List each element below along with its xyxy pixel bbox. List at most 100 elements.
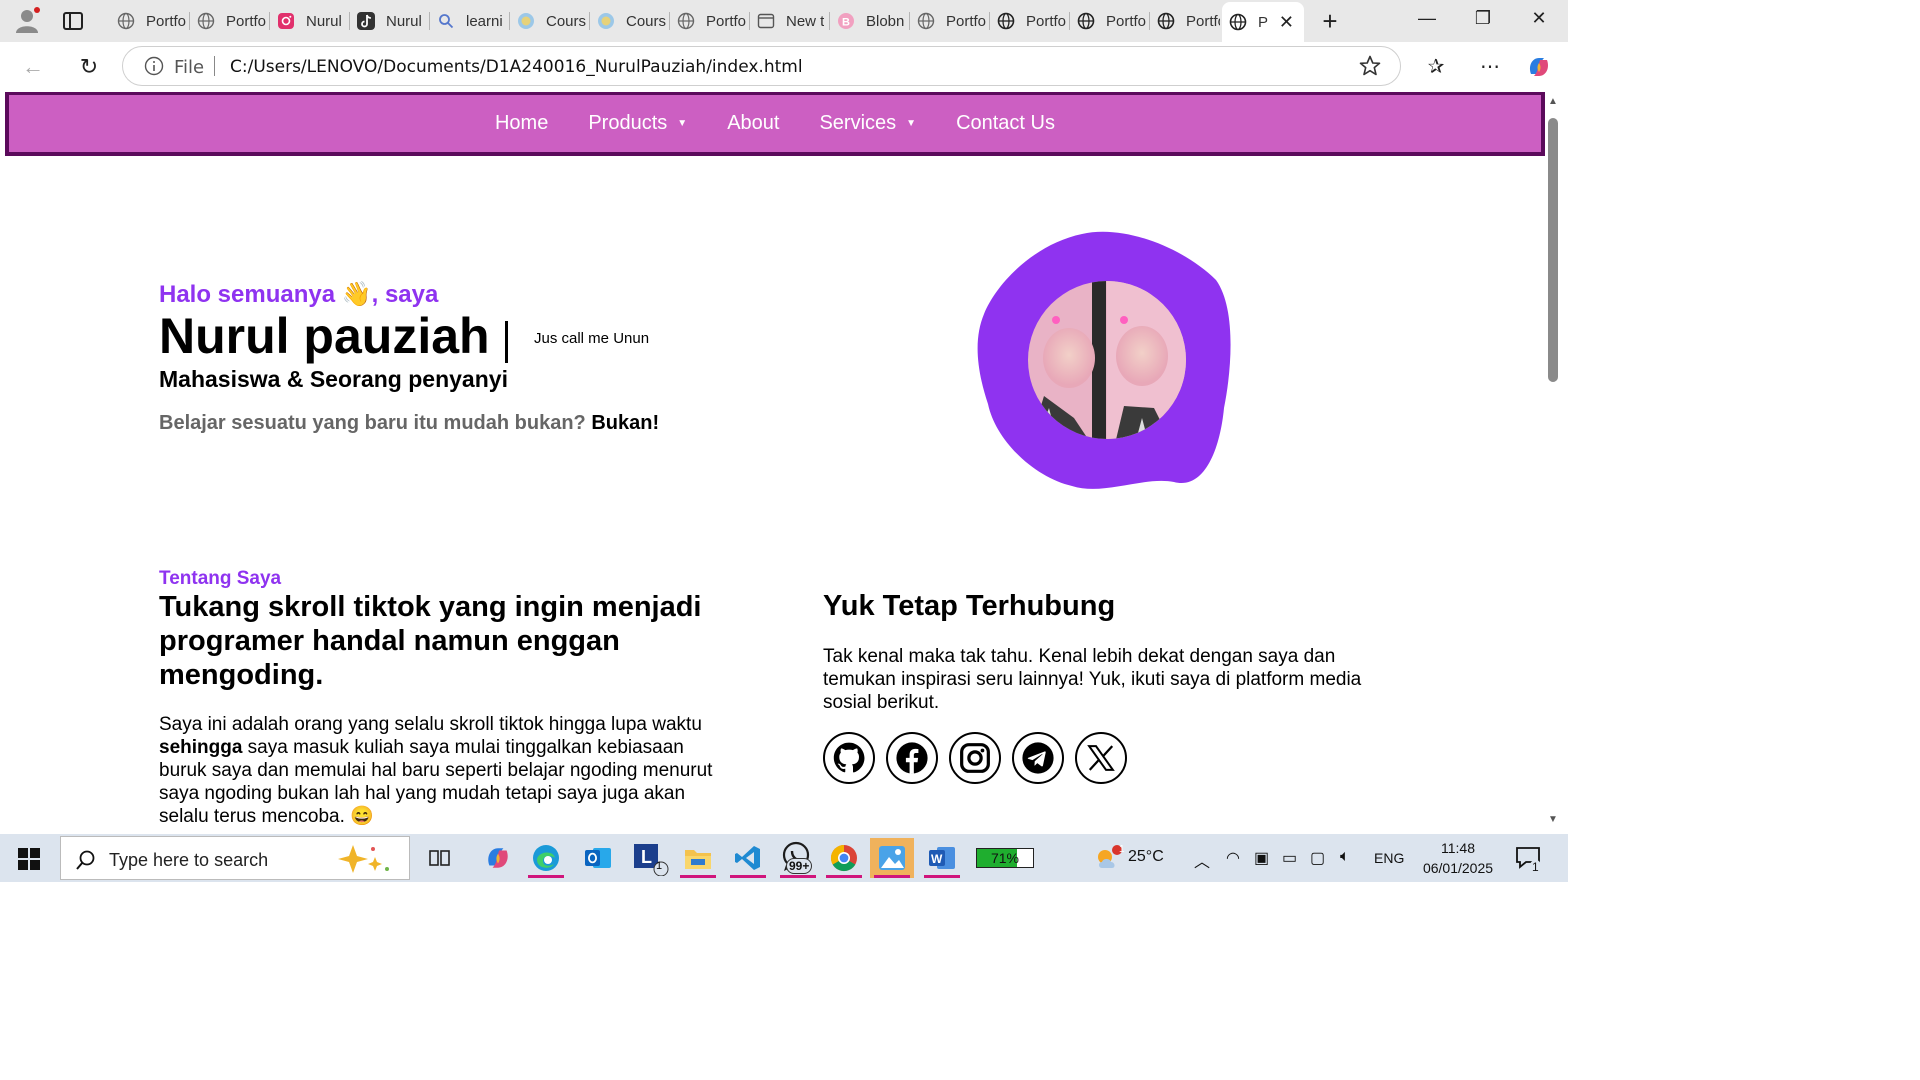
nav-about-label: About	[727, 112, 780, 134]
telegram-link[interactable]	[1012, 732, 1064, 784]
hero-greeting: Halo semuanya 👋, saya	[159, 281, 439, 308]
outlook-app-icon[interactable]	[576, 838, 620, 878]
tab-label: Portfo	[1106, 12, 1147, 30]
browser-tab-strip: Portfo Portfo Nurul Nurul learni Cours C…	[0, 0, 1568, 42]
tab-label: Portfo	[706, 12, 747, 30]
browser-tab-active[interactable]: P ✕	[1222, 2, 1304, 42]
browser-tab[interactable]: Nurul	[350, 6, 428, 36]
tab-label: Portfo	[946, 12, 987, 30]
scroll-up-arrow-icon[interactable]: ▲	[1548, 96, 1558, 107]
edge-app-icon[interactable]	[524, 838, 568, 878]
globe-icon	[1228, 12, 1248, 32]
close-window-button[interactable]: ✕	[1524, 8, 1554, 34]
browser-tab[interactable]: B Blobn	[830, 6, 908, 36]
nav-products[interactable]: Products ▼	[588, 112, 687, 135]
browser-tab[interactable]: Cours	[590, 6, 668, 36]
newtab-icon	[756, 11, 776, 31]
nav-services[interactable]: Services ▼	[819, 112, 916, 135]
favorites-icon[interactable]: ✰	[1423, 54, 1449, 80]
caret-down-icon: ▼	[677, 118, 688, 129]
new-tab-button[interactable]: +	[1316, 8, 1344, 36]
file-explorer-app-icon[interactable]	[676, 838, 720, 878]
word-app-icon[interactable]: W	[920, 838, 964, 878]
profile-icon[interactable]	[14, 7, 40, 33]
taskbar-search[interactable]: Type here to search	[60, 836, 410, 880]
tagline-question: Belajar sesuatu yang baru itu mudah buka…	[159, 412, 586, 434]
hero-divider	[505, 321, 508, 363]
browser-tab[interactable]: Portfo	[910, 6, 988, 36]
copilot-icon[interactable]	[1526, 54, 1552, 80]
chrome-app-icon[interactable]	[822, 838, 866, 878]
launcher-app-icon[interactable]: L1	[628, 838, 672, 878]
clock-date: 06/01/2025	[1422, 860, 1494, 876]
facebook-link[interactable]	[886, 732, 938, 784]
blobmaker-icon: B	[836, 11, 856, 31]
tab-label: Cours	[546, 12, 587, 30]
windows-taskbar: Type here to search L1 99+ W 71% 1 25°C …	[0, 834, 1568, 882]
more-options-icon[interactable]: ⋯	[1477, 54, 1503, 80]
tab-label: New t	[786, 12, 825, 30]
about-label: Tentang Saya	[159, 568, 282, 589]
nav-contact-label: Contact Us	[956, 112, 1055, 134]
browser-tab[interactable]: New t	[750, 6, 828, 36]
browser-tab[interactable]: Cours	[510, 6, 588, 36]
reload-button[interactable]: ↻	[76, 54, 102, 80]
browser-tab[interactable]: Portfo	[110, 6, 188, 36]
photos-app-icon[interactable]	[870, 838, 914, 878]
globe-icon	[1076, 11, 1096, 31]
nav-home[interactable]: Home	[495, 112, 548, 135]
tab-label: Portfo	[226, 12, 267, 30]
browser-tab[interactable]: Portfo	[990, 6, 1068, 36]
hero-tagline: Belajar sesuatu yang baru itu mudah buka…	[159, 412, 659, 435]
battery-icon[interactable]: ▭	[1282, 848, 1297, 868]
restore-button[interactable]: ❐	[1468, 8, 1498, 34]
page-scrollbar[interactable]: ▲ ▼	[1546, 92, 1562, 831]
tab-actions-icon[interactable]	[62, 10, 84, 32]
hero-nickname: Jus call me Unun	[534, 330, 650, 347]
favorite-star-icon[interactable]	[1358, 54, 1382, 78]
weather-icon[interactable]: 1	[1086, 838, 1130, 878]
language-indicator[interactable]: ENG	[1374, 850, 1404, 866]
system-clock[interactable]: 11:48 06/01/2025	[1418, 838, 1498, 878]
instagram-link[interactable]	[949, 732, 1001, 784]
svg-text:B: B	[842, 17, 850, 29]
contact-body: Tak kenal maka tak tahu. Kenal lebih dek…	[823, 646, 1362, 713]
about-title: Tukang skroll tiktok yang ingin menjadi …	[159, 591, 702, 691]
vscode-app-icon[interactable]	[726, 838, 770, 878]
browser-tab[interactable]: Portfo	[670, 6, 748, 36]
address-url[interactable]: C:/Users/LENOVO/Documents/D1A240016_Nuru…	[230, 57, 803, 77]
back-button[interactable]: ←	[20, 54, 46, 80]
x-link[interactable]	[1075, 732, 1127, 784]
volume-icon[interactable]: 🔈︎	[1340, 848, 1350, 866]
scroll-down-arrow-icon[interactable]: ▼	[1548, 814, 1558, 825]
chevron-up-icon[interactable]: ︿	[1194, 848, 1210, 872]
close-tab-icon[interactable]: ✕	[1279, 12, 1294, 33]
profile-photo-blob	[977, 231, 1231, 489]
scrollbar-thumb[interactable]	[1548, 118, 1558, 382]
info-icon[interactable]	[144, 56, 164, 76]
github-link[interactable]	[823, 732, 875, 784]
instagram-icon	[960, 743, 990, 773]
browser-tab[interactable]: Portfo	[1150, 6, 1220, 36]
windows-start-icon[interactable]	[18, 848, 40, 870]
weather-temperature: 25°C	[1128, 848, 1164, 865]
browser-tab[interactable]: Portfo	[190, 6, 268, 36]
launcher-badge: 1	[656, 860, 663, 872]
search-placeholder: Type here to search	[109, 850, 269, 870]
battery-indicator[interactable]: 71%	[972, 838, 1038, 878]
browser-tab[interactable]: Portfo	[1070, 6, 1148, 36]
copilot-app-icon[interactable]	[476, 838, 520, 878]
display-icon[interactable]: ▢	[1310, 848, 1325, 868]
notifications-icon[interactable]: 1	[1506, 838, 1550, 878]
nav-contact[interactable]: Contact Us	[956, 112, 1055, 135]
wifi-icon[interactable]: ◠	[1226, 848, 1240, 868]
nav-about[interactable]: About	[727, 112, 779, 135]
browser-tab[interactable]: Nurul	[270, 6, 348, 36]
whatsapp-app-icon[interactable]: 99+	[776, 838, 820, 878]
minimize-button[interactable]: —	[1412, 8, 1442, 34]
browser-tab[interactable]: learni	[430, 6, 508, 36]
meet-now-icon[interactable]: ▣	[1254, 848, 1269, 868]
globe-icon	[116, 11, 136, 31]
task-view-icon[interactable]	[418, 838, 462, 878]
tab-label: Portfo	[1026, 12, 1067, 30]
